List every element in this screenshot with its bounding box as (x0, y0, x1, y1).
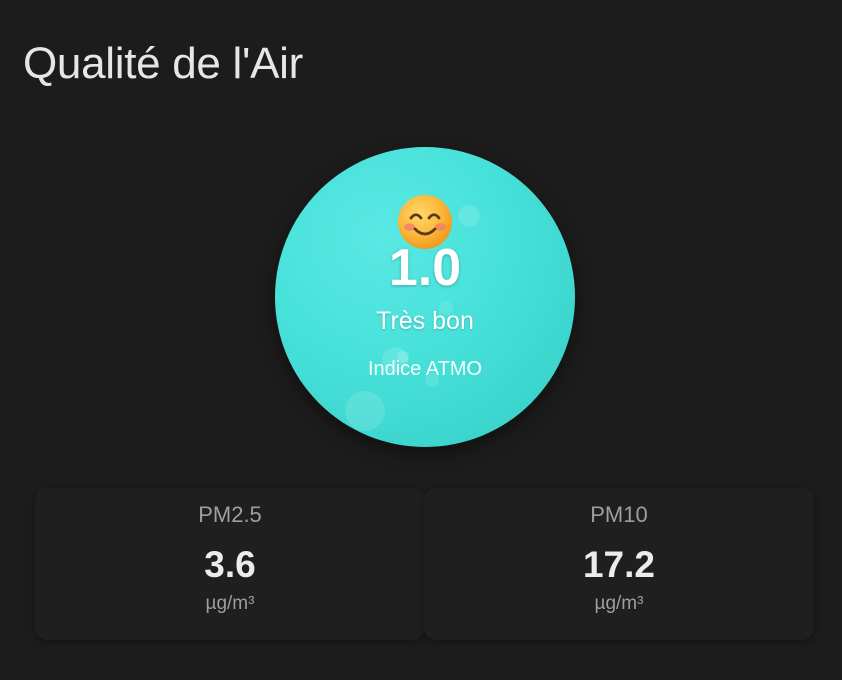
aqi-index-name: Indice ATMO (367, 358, 483, 380)
pollutant-label: PM2.5 (198, 502, 262, 527)
aqi-value: 1.0 (388, 239, 462, 297)
pollutant-unit: µg/m³ (594, 593, 644, 614)
pollutant-card-pm25[interactable]: PM2.5 3.6 µg/m³ (35, 488, 425, 640)
bubble-decoration (458, 205, 480, 227)
pollutant-card-pm10[interactable]: PM10 17.2 µg/m³ (424, 488, 814, 640)
pollutant-value: 3.6 (204, 544, 256, 585)
pollutant-value: 17.2 (582, 544, 655, 585)
card-title: Qualité de l'Air (23, 39, 303, 88)
aqi-indicator[interactable]: 1.0 Très bon Indice ATMO (275, 147, 575, 447)
pollutant-label: PM10 (590, 502, 648, 527)
air-quality-card: Qualité de l'Air 1.0 Très bon Indice ATM… (0, 0, 842, 680)
bubble-decoration (345, 391, 385, 431)
aqi-level-label: Très bon (376, 307, 474, 335)
pollutant-unit: µg/m³ (205, 593, 255, 614)
